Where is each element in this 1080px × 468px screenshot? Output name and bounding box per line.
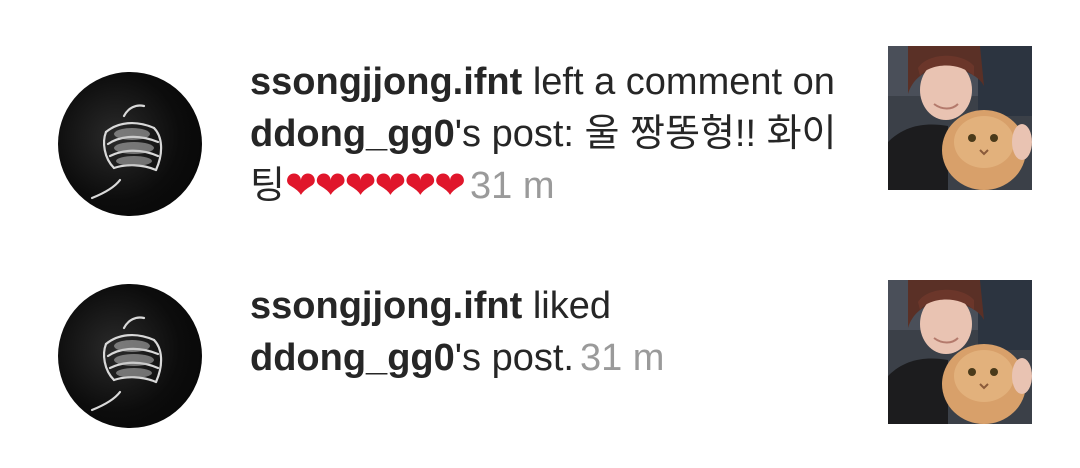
timestamp: 31 m — [470, 165, 555, 207]
notification-text: ssongjjong.ifnt left a comment on ddong_… — [250, 56, 850, 212]
heart-emojis: ❤❤❤❤❤❤ — [284, 165, 466, 207]
person-with-cat-photo-icon — [888, 280, 1032, 424]
user-avatar[interactable] — [58, 72, 202, 216]
post-suffix: 's post: — [454, 113, 585, 155]
action-text: liked — [522, 285, 612, 327]
clasped-hands-icon — [90, 104, 163, 200]
username-link[interactable]: ssongjjong.ifnt — [250, 285, 522, 327]
post-thumbnail[interactable] — [888, 280, 1032, 424]
notification-comment[interactable]: ssongjjong.ifnt left a comment on ddong_… — [0, 44, 1080, 216]
notification-text: ssongjjong.ifnt liked ddong_gg0's post. 3… — [250, 280, 850, 384]
notification-like[interactable]: ssongjjong.ifnt liked ddong_gg0's post. 3… — [0, 280, 1080, 444]
person-with-cat-photo-icon — [888, 46, 1032, 190]
target-user-link[interactable]: ddong_gg0 — [250, 113, 455, 155]
user-avatar[interactable] — [58, 284, 202, 428]
clasped-hands-icon — [90, 316, 163, 412]
timestamp: 31 m — [579, 337, 665, 379]
action-text: left a comment on — [522, 61, 835, 103]
post-thumbnail[interactable] — [888, 46, 1032, 190]
target-user-link[interactable]: ddong_gg0 — [250, 337, 455, 379]
username-link[interactable]: ssongjjong.ifnt — [250, 61, 522, 103]
post-suffix: 's post. — [454, 337, 574, 379]
